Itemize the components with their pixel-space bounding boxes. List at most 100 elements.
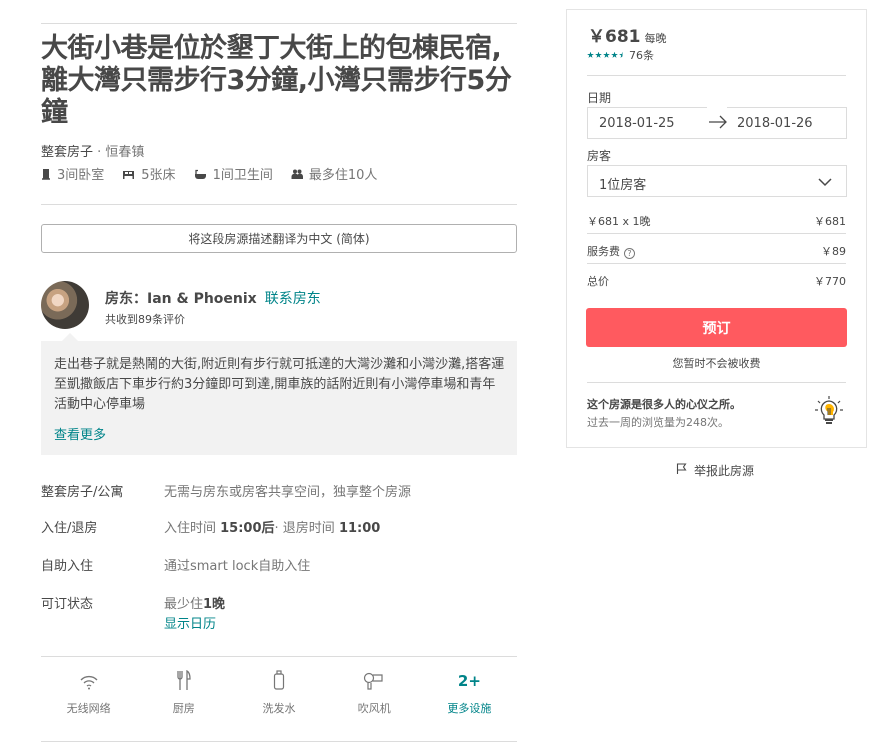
more-amenities-count: 2+: [457, 672, 481, 690]
listing-subtitle: 整套房子 · 恒春镇: [41, 141, 144, 160]
amenity-hairdryer: 吹风机: [327, 666, 422, 732]
total-value: ￥770: [814, 275, 846, 288]
chevron-down-icon: [818, 176, 832, 191]
nights-cost-row: ￥681 x 1晚 ￥681: [587, 213, 846, 229]
detail-value-checkin: 入住时间 15:00后· 退房时间 11:00: [164, 517, 380, 536]
contact-host-link[interactable]: 联系房东: [265, 288, 321, 308]
listing-location: 恒春镇: [105, 145, 145, 160]
amenity-label: 吹风机: [357, 702, 391, 715]
guests-value: 1位房客: [599, 178, 647, 193]
dates-label: 日期: [587, 91, 612, 105]
subtitle-separator: ·: [93, 145, 106, 160]
spec-label: 最多住10人: [308, 168, 378, 183]
bed-icon: [122, 169, 135, 179]
service-fee-value: ￥89: [821, 245, 846, 258]
nightly-price: ￥681 每晚: [588, 22, 667, 47]
amenity-shampoo: 洗发水: [231, 666, 326, 732]
divider: [587, 233, 846, 234]
more-amenities-button[interactable]: 2+ 更多设施: [422, 666, 517, 732]
host-review-count: 共收到89条评价: [105, 313, 185, 326]
star-icon: [603, 51, 610, 58]
amenity-label: 洗发水: [262, 702, 296, 715]
show-calendar-link[interactable]: 显示日历: [164, 613, 216, 632]
spec-label: 1间卫生间: [212, 168, 273, 183]
detail-value-space: 无需与房东或房客共享空间，独享整个房源: [164, 485, 412, 500]
guests-icon: [291, 169, 303, 179]
spec-bathrooms: 1间卫生间: [194, 164, 273, 183]
top-divider: [41, 23, 517, 24]
book-button[interactable]: 预订: [586, 308, 847, 347]
divider: [41, 204, 517, 205]
question-icon[interactable]: ?: [624, 248, 635, 259]
divider: [41, 741, 517, 742]
host-avatar[interactable]: [41, 281, 89, 329]
spec-beds: 5张床: [122, 164, 176, 183]
amenity-label: 厨房: [172, 702, 195, 715]
report-label: 举报此房源: [694, 464, 755, 478]
nights-cost-value: ￥681: [814, 215, 846, 228]
detail-label-space: 整套房子/公寓: [41, 485, 124, 500]
checkin-date-input[interactable]: 2018-01-25: [599, 116, 675, 131]
popular-title: 这个房源是很多人的心仪之所。: [587, 398, 741, 411]
arrow-right-icon: [708, 115, 728, 133]
description-text: 走出巷子就是熱鬧的大街,附近則有步行就可抵達的大灣沙灘和小灣沙灘,搭客運至凱撒飯…: [54, 357, 505, 412]
amenity-wifi: 无线网络: [41, 666, 136, 732]
service-fee-label: 服务费: [587, 245, 620, 258]
service-fee-row: 服务费? ￥89: [587, 243, 846, 259]
lightbulb-icon: [814, 395, 844, 431]
divider: [41, 656, 517, 657]
divider: [587, 75, 846, 76]
spec-bedrooms: 3间卧室: [41, 164, 104, 183]
review-count: 76条: [629, 49, 654, 62]
listing-title: 大街小巷是位於墾丁大街上的包棟民宿,離大灣只需步行3分鐘,小灣只需步行5分鐘: [41, 33, 512, 128]
bathroom-icon: [194, 169, 207, 179]
nights-cost-label: ￥681 x 1晚: [587, 215, 651, 228]
spec-label: 3间卧室: [57, 168, 105, 183]
spec-label: 5张床: [141, 168, 176, 183]
checkin-time: 15:00后: [220, 521, 275, 536]
divider: [587, 263, 846, 264]
detail-label-checkin: 入住/退房: [41, 521, 98, 536]
detail-value-selfcheckin: 通过smart lock自助入住: [164, 559, 311, 574]
shampoo-icon: [273, 666, 285, 690]
guests-select[interactable]: 1位房客: [587, 165, 847, 197]
spec-guests: 最多住10人: [291, 164, 378, 183]
flag-icon: [676, 463, 688, 478]
hairdryer-icon: [363, 666, 385, 690]
date-range-picker: 2018-01-25 2018-01-26: [587, 107, 847, 139]
checkout-date-input[interactable]: 2018-01-26: [737, 116, 813, 131]
price-unit: 每晚: [644, 32, 667, 45]
bedroom-icon: [41, 168, 51, 180]
price-amount: ￥681: [588, 27, 641, 47]
read-more-link[interactable]: 查看更多: [54, 424, 106, 443]
min-stay-prefix: 最少住: [164, 597, 204, 612]
min-stay-value: 1晚: [203, 597, 226, 612]
report-listing-link[interactable]: 举报此房源: [676, 462, 754, 479]
no-charge-note: 您暂时不会被收费: [672, 357, 761, 370]
service-fee-label-wrap: 服务费?: [587, 243, 635, 259]
listing-type: 整套房子: [41, 145, 94, 160]
star-icon: [611, 51, 618, 58]
rating-stars[interactable]: 76条: [587, 47, 654, 63]
more-amenities-label: 更多设施: [447, 702, 492, 715]
host-line: 房东：Ian & Phoenix 联系房东: [105, 288, 321, 308]
checkout-prefix: · 退房时间: [274, 521, 339, 536]
wifi-icon: [79, 666, 99, 690]
detail-value-availability: 最少住1晚: [164, 593, 225, 612]
listing-specs: 3间卧室 5张床 1间卫生间 最多住10人: [41, 164, 377, 183]
total-label: 总价: [587, 275, 609, 288]
detail-label-selfcheckin: 自助入住: [41, 559, 94, 574]
amenities-row: 无线网络 厨房 洗发水 吹风机 2+ 更多设施: [41, 666, 517, 732]
checkin-prefix: 入住时间: [164, 521, 221, 536]
total-row: 总价 ￥770: [587, 273, 846, 289]
star-half-icon: [619, 51, 623, 58]
translate-button[interactable]: 将这段房源描述翻译为中文 (简体): [41, 224, 517, 253]
guests-label: 房客: [587, 149, 612, 163]
amenity-label: 无线网络: [66, 702, 111, 715]
divider: [587, 382, 846, 383]
checkout-time: 11:00: [338, 521, 381, 536]
date-tab-indicator: [707, 107, 727, 109]
popular-subtitle: 过去一周的浏览量为248次。: [587, 416, 729, 429]
star-icon: [587, 51, 594, 58]
kitchen-icon: [176, 666, 192, 690]
